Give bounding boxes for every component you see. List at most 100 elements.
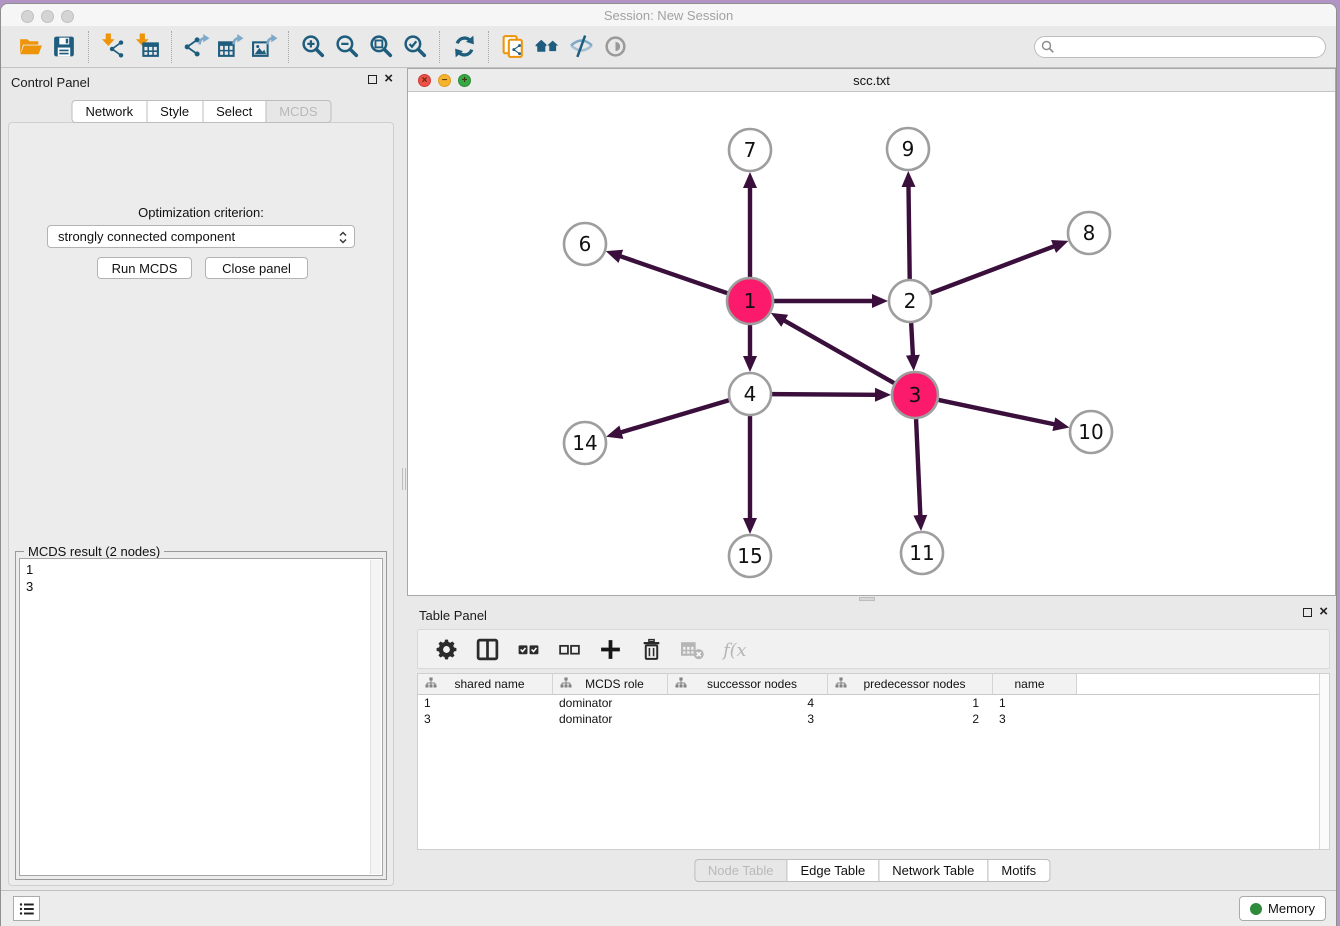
export-image-button[interactable]	[247, 30, 281, 64]
sort-hierarchy-icon	[560, 677, 572, 692]
column-header-name[interactable]: name	[993, 674, 1077, 694]
mcds-result-list[interactable]: 13	[19, 558, 383, 876]
open-session-button[interactable]	[13, 30, 47, 64]
toolbar-separator	[439, 31, 440, 63]
close-panel-button[interactable]: Close panel	[205, 257, 308, 279]
table-row[interactable]: 1dominator411	[418, 695, 1329, 711]
table-cell[interactable]: dominator	[553, 695, 668, 711]
zoom-out-button[interactable]	[330, 30, 364, 64]
network-window: × − + scc.txt 7 9 6 8 1 2 4 3 14 10 15 11	[407, 68, 1336, 596]
tab-network[interactable]: Network	[71, 100, 147, 123]
network-window-title: scc.txt	[408, 73, 1335, 88]
edge-3-11[interactable]	[916, 419, 920, 516]
table-row[interactable]: 3dominator323	[418, 711, 1329, 727]
zoom-in-icon	[300, 33, 327, 60]
zoom-fit-button[interactable]	[364, 30, 398, 64]
table-cell[interactable]: 1	[418, 695, 553, 711]
criterion-select[interactable]: strongly connected component	[47, 225, 355, 248]
run-mcds-button[interactable]: Run MCDS	[97, 257, 192, 279]
save-session-button[interactable]	[47, 30, 81, 64]
table-cell[interactable]: 4	[668, 695, 828, 711]
table-scrollbar[interactable]	[1319, 674, 1329, 849]
graph-node-4[interactable]: 4	[729, 373, 771, 415]
export-network-button[interactable]	[179, 30, 213, 64]
table-panel-titlebar: Table Panel ×	[407, 601, 1336, 627]
hide-selected-button[interactable]	[564, 30, 598, 64]
graph-node-14[interactable]: 14	[564, 422, 606, 464]
column-header-shared-name[interactable]: shared name	[418, 674, 553, 694]
table-cell[interactable]: 3	[668, 711, 828, 727]
hide-selected-icon	[568, 33, 595, 60]
import-table-button[interactable]	[130, 30, 164, 64]
column-header-MCDS-role[interactable]: MCDS role	[553, 674, 668, 694]
table-cell[interactable]: 1	[993, 695, 1077, 711]
mcds-result-scrollbar[interactable]	[370, 560, 381, 874]
graph-node-2[interactable]: 2	[889, 280, 931, 322]
network-window-titlebar: × − + scc.txt	[408, 69, 1335, 92]
node-label: 6	[579, 232, 592, 256]
graph-node-10[interactable]: 10	[1070, 411, 1112, 453]
control-panel-tabs: NetworkStyleSelectMCDS	[71, 100, 330, 123]
tab-style[interactable]: Style	[146, 100, 203, 123]
graph-node-7[interactable]: 7	[729, 129, 771, 171]
clone-network-button[interactable]	[496, 30, 530, 64]
graph-node-8[interactable]: 8	[1068, 212, 1110, 254]
unselect-all-columns-button[interactable]	[557, 637, 582, 662]
unselect-all-columns-icon	[557, 637, 582, 662]
column-header-successor-nodes[interactable]: successor nodes	[668, 674, 828, 694]
add-column-icon	[598, 637, 623, 662]
vertical-splitter-grip[interactable]	[402, 468, 406, 490]
network-canvas[interactable]: 7 9 6 8 1 2 4 3 14 10 15 11	[408, 92, 1335, 595]
tab-mcds[interactable]: MCDS	[265, 100, 331, 123]
delete-column-button[interactable]	[639, 637, 664, 662]
table-cell[interactable]: dominator	[553, 711, 668, 727]
graph-node-15[interactable]: 15	[729, 535, 771, 577]
table-cell[interactable]: 3	[418, 711, 553, 727]
search-input[interactable]	[1034, 36, 1326, 58]
import-network-button[interactable]	[96, 30, 130, 64]
delete-column-icon	[639, 637, 664, 662]
graph-node-11[interactable]: 11	[901, 532, 943, 574]
table-panel-close-icon[interactable]: ×	[1319, 607, 1328, 617]
task-history-button[interactable]	[13, 896, 40, 921]
refresh-button[interactable]	[447, 30, 481, 64]
tab-node-table[interactable]: Node Table	[694, 859, 788, 882]
node-label: 10	[1078, 420, 1103, 444]
tab-select[interactable]: Select	[202, 100, 266, 123]
zoom-in-button[interactable]	[296, 30, 330, 64]
select-all-columns-button[interactable]	[516, 637, 541, 662]
edge-4-3[interactable]	[772, 394, 876, 395]
tab-network-table[interactable]: Network Table	[878, 859, 988, 882]
edge-2-8[interactable]	[931, 246, 1055, 293]
first-neighbors-button[interactable]	[530, 30, 564, 64]
edge-3-10[interactable]	[938, 400, 1054, 424]
edge-1-6[interactable]	[620, 256, 727, 293]
node-label: 7	[744, 138, 757, 162]
table-cell[interactable]: 1	[828, 695, 993, 711]
control-panel-close-icon[interactable]: ×	[384, 74, 393, 84]
graph-node-6[interactable]: 6	[564, 223, 606, 265]
tab-edge-table[interactable]: Edge Table	[786, 859, 879, 882]
table-panel-float-icon[interactable]	[1303, 608, 1312, 617]
graph-node-1[interactable]: 1	[727, 278, 773, 324]
graph-node-9[interactable]: 9	[887, 128, 929, 170]
export-table-button[interactable]	[213, 30, 247, 64]
show-hidden-button[interactable]	[598, 30, 632, 64]
edge-4-14[interactable]	[620, 400, 728, 432]
graph-node-3[interactable]: 3	[892, 372, 938, 418]
zoom-selected-button[interactable]	[398, 30, 432, 64]
add-column-button[interactable]	[598, 637, 623, 662]
export-image-icon	[251, 33, 278, 60]
column-header-predecessor-nodes[interactable]: predecessor nodes	[828, 674, 993, 694]
tab-motifs[interactable]: Motifs	[987, 859, 1050, 882]
settings-button[interactable]	[434, 637, 459, 662]
edge-2-3[interactable]	[911, 323, 913, 356]
table-cell[interactable]: 3	[993, 711, 1077, 727]
control-panel-float-icon[interactable]	[368, 75, 377, 84]
table-cell[interactable]: 2	[828, 711, 993, 727]
memory-button[interactable]: Memory	[1239, 896, 1326, 921]
edge-3-1[interactable]	[784, 320, 894, 383]
edge-2-9[interactable]	[908, 186, 909, 279]
control-panel-titlebar: Control Panel ×	[1, 68, 401, 94]
column-layout-button[interactable]	[475, 637, 500, 662]
